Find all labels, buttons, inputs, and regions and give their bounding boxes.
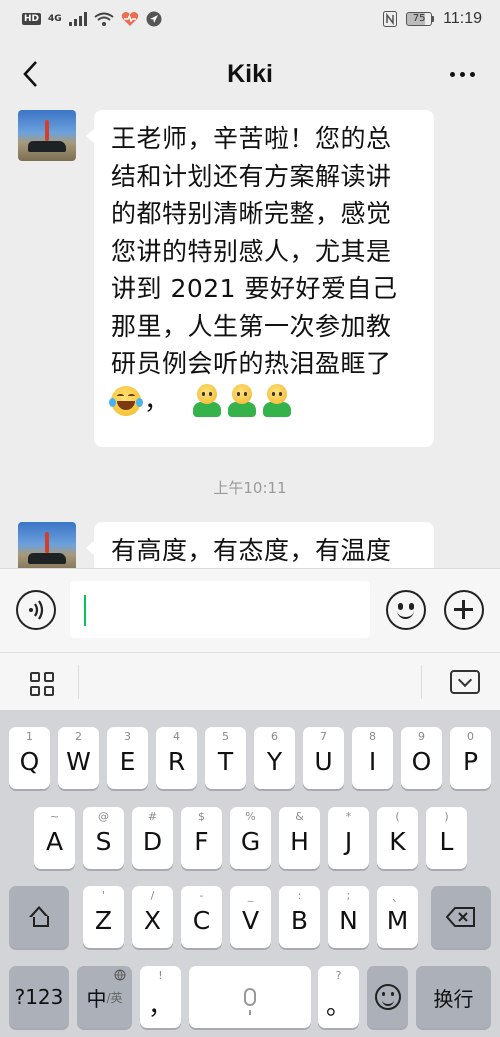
avatar[interactable]: [18, 110, 76, 161]
microphone-icon: [244, 988, 256, 1015]
signal-icon: [68, 12, 87, 26]
message-input[interactable]: [70, 581, 370, 638]
keyboard: 1Q 2W 3E 4R 5T 6Y 7U 8I 9O 0P ~ A @ S # D $…: [0, 710, 500, 1037]
message-punct: ，: [144, 386, 170, 416]
emoji-button[interactable]: [386, 590, 426, 630]
key-j[interactable]: * J: [328, 807, 369, 869]
more-dots-icon: [449, 71, 455, 77]
key-z[interactable]: ' Z: [83, 886, 124, 948]
nfc-icon: [383, 11, 398, 27]
back-button[interactable]: [14, 56, 46, 92]
green-shirt-person-emoji-icon: [260, 384, 294, 418]
space-key[interactable]: [189, 966, 311, 1028]
key-i[interactable]: 8I: [352, 727, 393, 789]
key-w[interactable]: 2W: [58, 727, 99, 789]
newline-key[interactable]: 换行: [416, 966, 491, 1028]
hide-keyboard-button[interactable]: [450, 670, 480, 694]
avatar[interactable]: [18, 522, 76, 568]
symbols-key[interactable]: ?123: [9, 966, 69, 1028]
text-cursor: [84, 595, 86, 626]
key-g[interactable]: % G: [230, 807, 271, 869]
chat-header: Kiki: [0, 38, 500, 110]
chevron-left-icon: [23, 61, 37, 87]
emoji-line: ，: [109, 383, 417, 420]
key-k[interactable]: (K: [377, 807, 418, 869]
key-c[interactable]: -C: [181, 886, 222, 948]
input-bar: [0, 568, 500, 652]
key-s[interactable]: @ S: [83, 807, 124, 869]
message-line: 您讲的特别感人，尤其是: [111, 236, 392, 266]
voice-icon: [29, 600, 44, 620]
battery-level: 75: [406, 12, 433, 26]
green-shirt-person-emoji-icon: [225, 384, 259, 418]
key-v[interactable]: _ V: [230, 886, 271, 948]
smiley-icon: [374, 984, 401, 1010]
key-a[interactable]: ~ A: [34, 807, 75, 869]
key-m[interactable]: 、 M: [377, 886, 418, 948]
key-q[interactable]: 1Q: [9, 727, 50, 789]
key-f[interactable]: $ F: [181, 807, 222, 869]
more-functions-button[interactable]: [444, 590, 484, 630]
location-icon: [146, 11, 162, 27]
keyboard-toolbar: [0, 652, 500, 710]
message-bubble[interactable]: 王老师，辛苦啦！您的总 结和计划还有方案解读讲 的都特别清晰完整，感觉 您讲的特…: [86, 110, 434, 447]
more-options-button[interactable]: [442, 56, 482, 92]
voice-input-button[interactable]: [16, 590, 56, 630]
message-bubble[interactable]: 有高度，有态度，有温度: [86, 522, 434, 568]
message-line: 讲到 2021 要好好爱自己: [111, 274, 398, 303]
message-line: 那里，人生第一次参加教: [111, 311, 392, 341]
key-o[interactable]: 9O: [401, 727, 442, 789]
emoji-key[interactable]: [367, 966, 408, 1028]
wifi-icon: [94, 12, 114, 26]
backspace-icon: [446, 907, 475, 927]
message-list[interactable]: 王老师，辛苦啦！您的总 结和计划还有方案解读讲 的都特别清晰完整，感觉 您讲的特…: [0, 110, 500, 568]
key-u[interactable]: 7U: [303, 727, 344, 789]
key-l[interactable]: ) L: [426, 807, 467, 869]
shift-arrow-icon: [28, 906, 50, 928]
network-type: 4G: [48, 14, 62, 24]
message-line: 王老师，辛苦啦！您的总: [111, 124, 392, 153]
shift-key[interactable]: [9, 886, 69, 948]
key-p[interactable]: 0P: [450, 727, 491, 789]
key-y[interactable]: 6Y: [254, 727, 295, 789]
key-b[interactable]: :B: [279, 886, 320, 948]
key-h[interactable]: & H: [279, 807, 320, 869]
status-bar: HD 4G 75 11:19: [0, 0, 500, 38]
backspace-key[interactable]: [431, 886, 491, 948]
laughing-tears-emoji-icon: [109, 386, 143, 416]
key-n[interactable]: ; N: [328, 886, 369, 948]
health-heart-icon: [121, 12, 138, 26]
key-x[interactable]: / X: [132, 886, 173, 948]
keyboard-menu-grid-icon[interactable]: [30, 672, 54, 696]
clock: 11:19: [443, 10, 482, 27]
comma-key[interactable]: !，: [140, 966, 181, 1028]
message-line: 研员例会听的热泪盈眶了: [111, 349, 392, 378]
key-d[interactable]: # D: [132, 807, 173, 869]
battery-icon: 75: [406, 12, 435, 26]
key-t[interactable]: 5T: [205, 727, 246, 789]
hd-voice-indicator: HD: [22, 13, 42, 25]
message-line: 的都特别清晰完整，感觉: [111, 199, 392, 228]
message-line: 有高度，有态度，有温度: [111, 536, 392, 565]
chat-title: Kiki: [227, 59, 273, 88]
language-switch-key[interactable]: 中/英: [77, 966, 132, 1028]
message-line: 结和计划还有方案解读讲: [111, 161, 392, 191]
message-timestamp: 上午10:11: [213, 479, 287, 497]
green-shirt-person-emoji-icon: [190, 384, 224, 418]
key-r[interactable]: 4R: [156, 727, 197, 789]
key-e[interactable]: 3E: [107, 727, 148, 789]
period-key[interactable]: ?。: [318, 966, 359, 1028]
